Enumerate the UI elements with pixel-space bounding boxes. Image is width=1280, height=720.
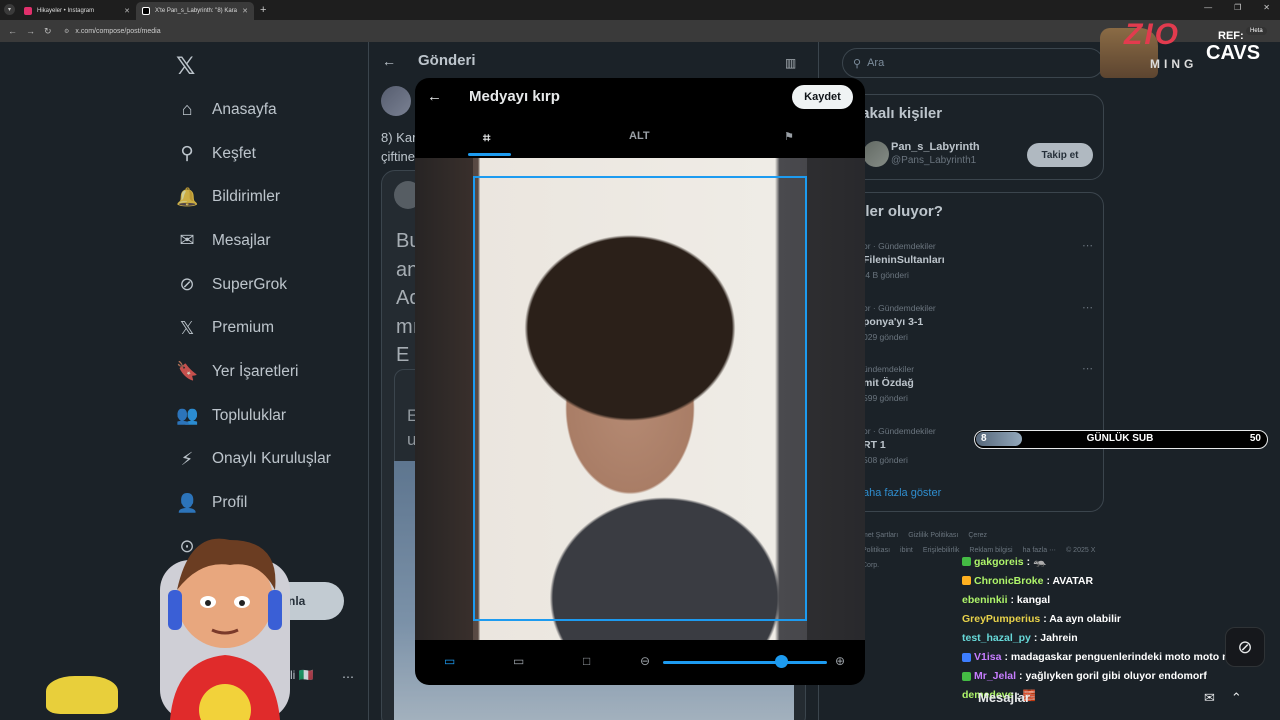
aspect-wide-icon[interactable]: ▭ [513, 654, 524, 668]
back-icon[interactable]: ← [8, 26, 18, 36]
chat-text: : Aa ayn olabilir [1043, 612, 1121, 625]
stream-logo-sub: MING [1150, 57, 1198, 71]
close-window-icon[interactable]: ✕ [1263, 3, 1270, 12]
tab-alt[interactable]: ALT [629, 130, 650, 142]
chat-text: : kangal [1010, 593, 1051, 606]
site-info-icon[interactable]: ⚙ [64, 28, 69, 35]
modal-title: Medyayı kırp [469, 88, 560, 105]
ref-label: REF: [1218, 30, 1244, 42]
chat-text: : yağlıyken goril gibi oluyor endomorf [1019, 670, 1207, 683]
url-text: x.com/compose/post/media [75, 27, 161, 35]
modal-tabs: ⌗ ALT ⚑ [415, 120, 865, 156]
crop-icon[interactable]: ⌗ [483, 130, 490, 146]
crop-mask [807, 158, 865, 640]
back-arrow-icon[interactable]: ← [427, 88, 442, 105]
pikachu-icon [46, 676, 118, 714]
daily-sub-goal-bar: 8 GÜNLÜK SUB 50 [974, 430, 1268, 449]
maximize-icon[interactable]: ❐ [1234, 3, 1241, 12]
badge-icon [962, 652, 971, 662]
chat-username[interactable]: ebeninkii [962, 594, 1008, 606]
sub-goal-target: 50 [1249, 433, 1261, 444]
chat-username[interactable]: gakgoreis [974, 556, 1024, 568]
tab-title: Hikayeler • Instagram [37, 8, 95, 14]
tab-title: X'te Pan_s_Labyrinth: "8) Kara [155, 8, 237, 14]
chat-text: : AVATAR [1046, 574, 1094, 587]
zoom-out-icon[interactable]: ⊖ [640, 654, 650, 668]
chat-message: gakgoreis: 🦡 [962, 552, 1272, 571]
badge-icon [962, 557, 971, 567]
tab-search-icon[interactable]: ▾ [4, 4, 15, 15]
crop-toolbar: ▭ ▭ □ ⊖ ⊕ [415, 640, 865, 685]
expand-icon[interactable]: ⌃ [1231, 690, 1242, 706]
chat-username[interactable]: ChronicBroke [974, 575, 1043, 587]
badge-icon [962, 671, 971, 681]
crop-frame[interactable] [473, 176, 807, 621]
streamer-avatar [160, 538, 290, 720]
active-tab-indicator [468, 153, 511, 156]
ref-name: CAVS [1206, 42, 1261, 64]
browser-tabbar: ▾ Hikayeler • Instagram ✕ X'te Pan_s_Lab… [0, 0, 1280, 20]
flag-icon[interactable]: ⚑ [784, 130, 794, 143]
browser-tab-instagram[interactable]: Hikayeler • Instagram ✕ [18, 2, 136, 20]
forward-icon[interactable]: → [26, 26, 36, 36]
reload-icon[interactable]: ↻ [44, 26, 54, 37]
stream-chat: gakgoreis: 🦡 ChronicBroke: AVATAR ebeninki… [962, 552, 1272, 705]
chat-message: GreyPumperius: Aa ayn olabilir [962, 609, 1272, 628]
modal-header: ← Medyayı kırp Kaydet [415, 78, 865, 118]
aspect-original-icon[interactable]: ▭ [444, 654, 455, 668]
crop-mask [415, 158, 473, 640]
browser-tab-x[interactable]: X'te Pan_s_Labyrinth: "8) Kara ✕ [136, 2, 254, 20]
minimize-icon[interactable]: — [1204, 3, 1212, 12]
window-controls: — ❐ ✕ [1204, 3, 1270, 12]
chat-username[interactable]: GreyPumperius [962, 613, 1040, 625]
close-tab-icon[interactable]: ✕ [242, 7, 248, 15]
close-tab-icon[interactable]: ✕ [124, 7, 130, 15]
chat-text: : Jahrein [1033, 631, 1078, 644]
zoom-slider[interactable] [663, 661, 827, 664]
chat-message: ebeninkii: kangal [962, 590, 1272, 609]
chat-message: ChronicBroke: AVATAR [962, 571, 1272, 590]
new-tab-button[interactable]: + [260, 4, 266, 16]
chat-text: : 🦡 [1026, 556, 1047, 569]
crop-media-modal: ← Medyayı kırp Kaydet ⌗ ALT ⚑ ▭ ▭ □ ⊖ ⊕ [415, 78, 865, 685]
zoom-in-icon[interactable]: ⊕ [835, 654, 845, 668]
messages-actions: ✉ ⌃ [1204, 690, 1242, 706]
sub-goal-label: GÜNLÜK SUB [1086, 433, 1154, 444]
chat-username[interactable]: test_hazal_py [962, 632, 1031, 644]
stream-logo: ZIO [1124, 18, 1180, 51]
chat-text: : madagaskar penguenlerindeki moto moto … [1004, 651, 1238, 664]
crop-area[interactable] [415, 158, 865, 640]
heta-badge: Heta [1246, 27, 1267, 35]
chat-username[interactable]: Mr_Jelal [974, 670, 1016, 682]
instagram-icon [24, 7, 32, 15]
messages-label[interactable]: Mesajlar [978, 690, 1030, 705]
zoom-slider-thumb[interactable] [775, 655, 789, 668]
aspect-square-icon[interactable]: □ [583, 654, 590, 668]
chat-username[interactable]: V1isa [974, 651, 1001, 663]
chat-message: Mr_Jelal: yağlıyken goril gibi oluyor en… [962, 667, 1272, 686]
x-icon [142, 7, 150, 15]
grok-icon[interactable]: ⊘ [1225, 627, 1265, 667]
new-message-icon[interactable]: ✉ [1204, 690, 1215, 706]
badge-icon [962, 576, 971, 586]
url-field[interactable]: ⚙ x.com/compose/post/media [64, 28, 161, 35]
save-button[interactable]: Kaydet [792, 85, 853, 109]
address-bar: ← → ↻ ⚙ x.com/compose/post/media [0, 20, 1280, 42]
